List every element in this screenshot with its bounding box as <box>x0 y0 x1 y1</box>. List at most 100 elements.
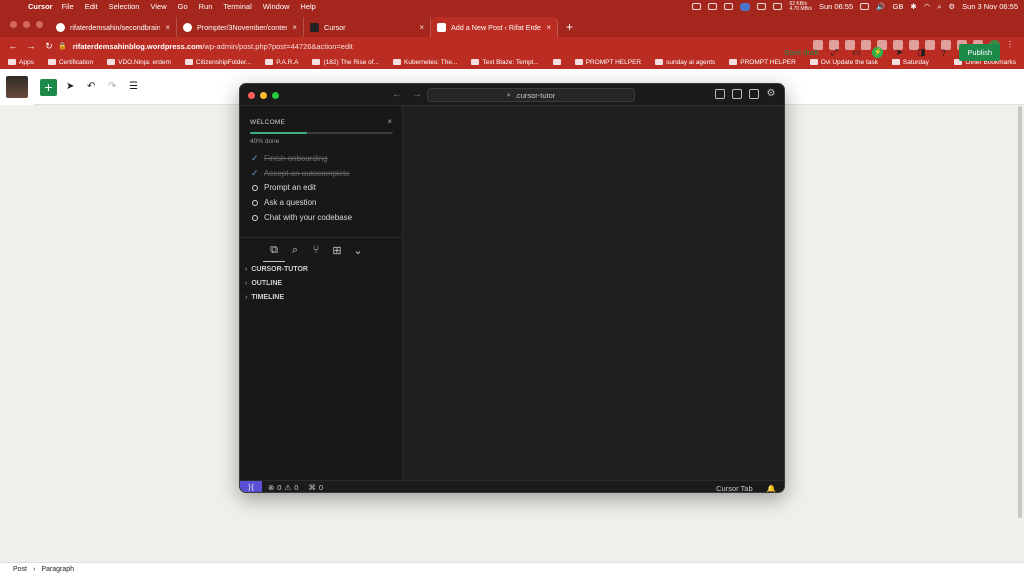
bell-icon[interactable]: 🔔 <box>767 484 776 493</box>
lock-icon[interactable]: 🔒 <box>58 42 67 50</box>
fullscreen-icon[interactable]: ⤢ <box>828 47 840 58</box>
close-tab-icon[interactable]: × <box>165 23 170 32</box>
browser-tab[interactable]: rifaterdemsahin/secondbrain: t × <box>50 17 177 37</box>
bookmark-item[interactable]: (182) The Rise of... <box>312 59 379 66</box>
settings-panel-icon[interactable]: ◨ <box>915 47 927 58</box>
close-window-icon[interactable] <box>10 21 17 28</box>
preview-icon[interactable]: ▭ <box>850 47 862 58</box>
menu-go[interactable]: Go <box>178 2 188 11</box>
clock-short[interactable]: Sun 06:55 <box>819 2 853 11</box>
tree-section-cursor-tutor[interactable]: › CURSOR-TUTOR <box>245 266 308 273</box>
extensions-icon[interactable]: ⊞ <box>331 244 343 257</box>
menubar-app-name[interactable]: Cursor <box>28 2 53 11</box>
scrollbar[interactable] <box>1018 106 1022 518</box>
menubar-datetime[interactable]: Sun 3 Nov 06:55 <box>962 2 1018 11</box>
publish-button[interactable]: Publish <box>959 44 1000 61</box>
bookmark-item[interactable]: sunday ai agents <box>655 59 715 66</box>
bookmark-item[interactable]: VDO.Ninja: erdem <box>107 59 171 66</box>
minimize-window-icon[interactable] <box>260 92 267 99</box>
menu-help[interactable]: Help <box>300 2 315 11</box>
select-tool-icon[interactable]: ➤ <box>66 81 74 92</box>
zoom-window-icon[interactable] <box>36 21 43 28</box>
new-tab-button[interactable]: + <box>566 17 573 37</box>
forward-button[interactable]: → <box>22 41 40 51</box>
gear-icon[interactable]: ⚙ <box>766 89 776 99</box>
task-ask-question[interactable]: Ask a question <box>251 198 316 207</box>
close-icon[interactable]: × <box>387 117 392 126</box>
toggle-secondary-sidebar-icon[interactable] <box>749 89 759 99</box>
minimize-window-icon[interactable] <box>23 21 30 28</box>
status-icon[interactable] <box>692 3 702 10</box>
zoom-window-icon[interactable] <box>272 92 279 99</box>
bookmark-item[interactable]: Kubernetes: The... <box>393 59 457 66</box>
chevron-down-icon[interactable]: ⌄ <box>352 244 364 257</box>
bookmark-item[interactable]: Text Blaze: Templ... <box>471 59 539 66</box>
meeting-pill-icon[interactable] <box>740 2 751 11</box>
control-center-icon[interactable]: ⚙ <box>948 2 955 11</box>
keyboard-layout[interactable]: GB <box>893 2 904 11</box>
menu-run[interactable]: Run <box>199 2 213 11</box>
jetpack-icon[interactable]: ⚡ <box>872 47 884 58</box>
close-tab-icon[interactable]: × <box>419 23 424 32</box>
breadcrumb-post[interactable]: Post <box>13 566 27 573</box>
explorer-icon[interactable]: ⧉ <box>268 244 280 257</box>
source-control-icon[interactable]: ⑂ <box>310 244 322 257</box>
task-accept-autocomplete[interactable]: ✓ Accept an autocomplete <box>251 168 350 179</box>
bookmark-item[interactable]: CitizenshipFolder... <box>184 59 251 66</box>
site-logo-button[interactable] <box>0 69 34 105</box>
bookmark-apps[interactable]: Apps <box>8 59 34 66</box>
tree-section-outline[interactable]: › OUTLINE <box>245 280 282 287</box>
menu-edit[interactable]: Edit <box>85 2 98 11</box>
task-chat-codebase[interactable]: Chat with your codebase <box>251 213 352 222</box>
command-center-search[interactable]: ⌕ .cursor-tutor <box>427 88 635 102</box>
toggle-primary-sidebar-icon[interactable] <box>715 89 725 99</box>
wifi-icon[interactable]: ◠ <box>924 2 931 11</box>
status-icon[interactable] <box>860 3 870 10</box>
bookmark-item[interactable] <box>552 59 561 65</box>
document-overview-icon[interactable]: ☰ <box>129 81 138 92</box>
browser-tab-active[interactable]: Add a New Post ‹ Rifat Erdem × <box>431 17 558 37</box>
task-prompt-edit[interactable]: Prompt an edit <box>251 183 316 192</box>
menu-selection[interactable]: Selection <box>109 2 140 11</box>
block-inserter-button[interactable]: + <box>40 79 57 96</box>
breadcrumb-paragraph[interactable]: Paragraph <box>41 566 74 573</box>
status-icon[interactable] <box>757 3 767 10</box>
back-button[interactable]: ← <box>4 41 22 51</box>
browser-tab[interactable]: Prompter/3November/content × <box>177 17 304 37</box>
bluetooth-icon[interactable]: ✱ <box>910 2 916 11</box>
send-icon[interactable]: ➤ <box>893 47 905 58</box>
bookmark-item[interactable]: P.A.R.A <box>265 59 298 66</box>
close-window-icon[interactable] <box>248 92 255 99</box>
problems-status[interactable]: ⊗ 0 ⚠ 0 <box>268 483 298 492</box>
search-icon[interactable]: ⌕ <box>289 244 301 257</box>
save-draft-button[interactable]: Save draft <box>784 48 818 57</box>
status-icon[interactable] <box>708 3 718 10</box>
remote-indicator-icon[interactable]: ⟩⟨ <box>240 480 262 492</box>
forward-arrow-icon[interactable]: → <box>412 89 422 100</box>
menu-kebab-icon[interactable]: ⋮ <box>1006 40 1016 50</box>
undo-icon[interactable]: ↶ <box>87 81 95 92</box>
help-icon[interactable]: ? <box>937 48 949 58</box>
cursor-tab-status[interactable]: Cursor Tab <box>716 484 753 493</box>
folder-icon <box>47 59 56 65</box>
menu-file[interactable]: File <box>62 2 74 11</box>
back-arrow-icon[interactable]: ← <box>392 89 402 100</box>
reload-button[interactable]: ↻ <box>40 41 58 52</box>
task-finish-onboarding[interactable]: ✓ Finish onboarding <box>251 153 328 164</box>
toggle-panel-icon[interactable] <box>732 89 742 99</box>
close-tab-icon[interactable]: × <box>292 23 297 32</box>
ports-status[interactable]: ⌘ 0 <box>308 483 323 492</box>
close-tab-icon[interactable]: × <box>546 23 551 32</box>
status-icon[interactable] <box>724 3 734 10</box>
redo-icon[interactable]: ↷ <box>108 81 116 92</box>
tree-section-timeline[interactable]: › TIMELINE <box>245 294 284 301</box>
browser-tab[interactable]: Cursor × <box>304 17 431 37</box>
menu-terminal[interactable]: Terminal <box>223 2 251 11</box>
bookmark-item[interactable]: Certification <box>47 59 93 66</box>
menu-view[interactable]: View <box>150 2 166 11</box>
spotlight-icon[interactable]: ⌕ <box>937 2 941 12</box>
bookmark-item[interactable]: PROMPT HELPER <box>574 59 641 66</box>
status-icon[interactable] <box>773 3 783 10</box>
volume-icon[interactable]: 🔊 <box>876 2 885 11</box>
menu-window[interactable]: Window <box>263 2 290 11</box>
